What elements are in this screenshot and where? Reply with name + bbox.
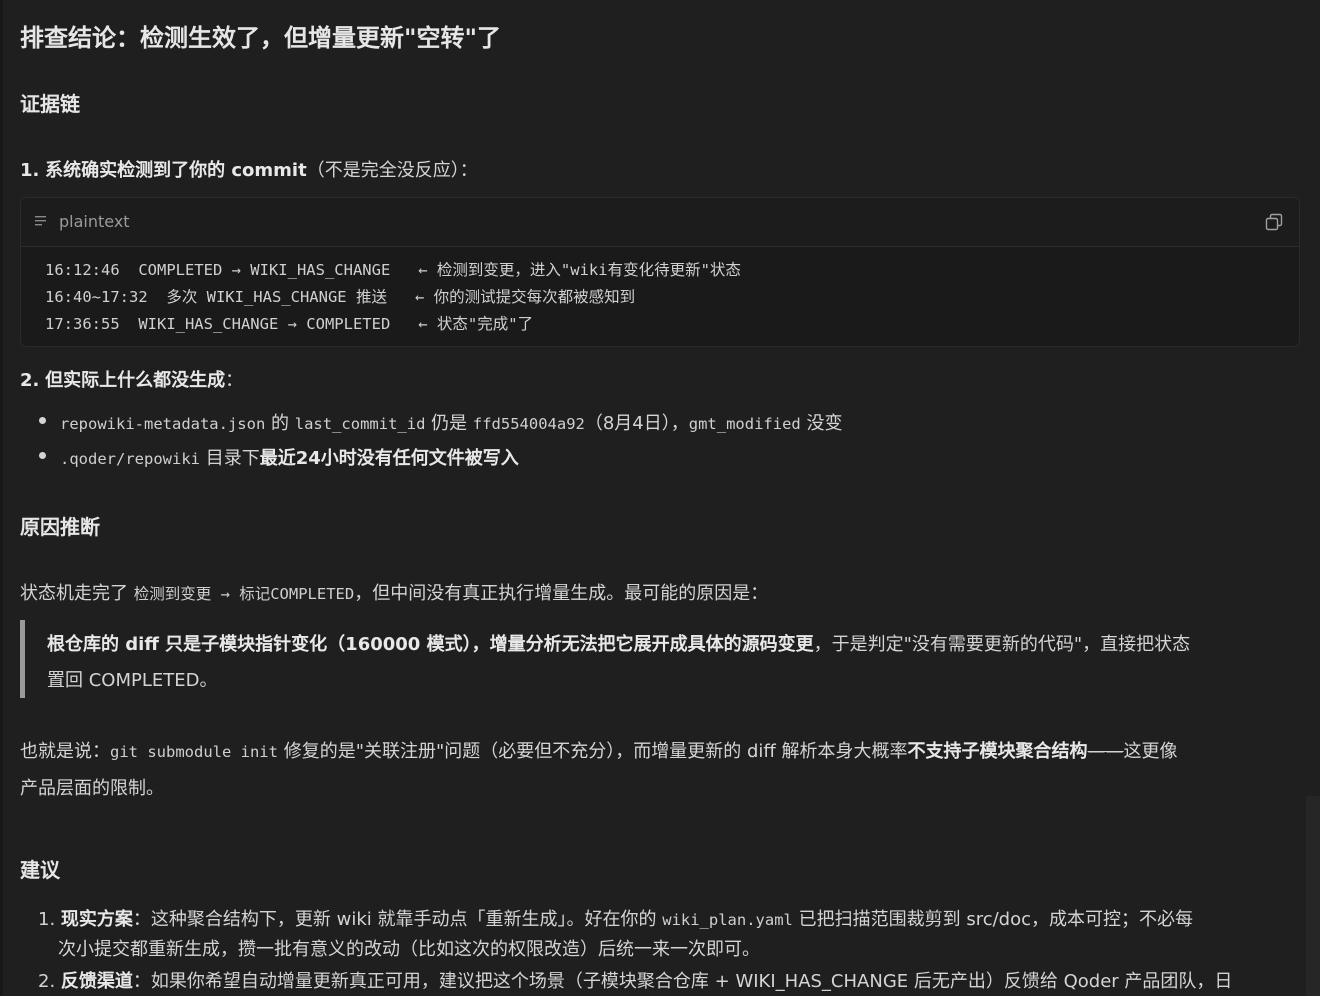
ordered-list-item-line-2: 次小提交都重新生成，攒一批有意义的改动（比如这次的权限改造）后统一来一次即可。: [58, 939, 760, 960]
scrollbar[interactable]: [1306, 796, 1320, 996]
code-language-label: plaintext: [59, 212, 130, 231]
item-1-rest: （不是完全没反应）：: [306, 160, 478, 181]
inline-code: repowiki-metadata.json: [60, 415, 266, 433]
ordered-list-item: 1. 现实方案：这种聚合结构下，更新 wiki 就靠手动点「重新生成」。好在你的…: [38, 905, 1193, 931]
bullet-dot: [39, 452, 46, 459]
code-line: 17:36:55 WIKI_HAS_CHANGE → COMPLETED ← 状…: [45, 315, 534, 333]
ordered-list-item: 2. 反馈渠道：如果你希望自动增量更新真正可用，建议把这个场景（子模块聚合仓库 …: [38, 967, 1232, 993]
item-2-rest: ：: [225, 370, 244, 391]
text: ：这种聚合结构下，更新 wiki 就靠手动点「重新生成」。好在你的: [132, 909, 663, 930]
text: 修复的是"关联注册"问题（必要但不充分），而增量更新的 diff 解析本身大概率: [277, 741, 908, 762]
text: （8月4日），: [584, 413, 689, 434]
menu-lines-icon: [35, 216, 46, 226]
evidence-item-1: 1. 系统确实检测到了你的 commit（不是完全没反应）：: [20, 156, 478, 182]
bold-text: 反馈渠道: [60, 971, 133, 992]
inline-code: 检测到变更 → 标记COMPLETED: [133, 585, 355, 603]
inline-code: gmt_modified: [688, 415, 801, 433]
inline-code: wiki_plan.yaml: [662, 911, 793, 929]
item-2-bold: 但实际上什么都没生成: [45, 370, 226, 391]
item-number: 1.: [38, 909, 56, 930]
left-gutter: [0, 0, 3, 996]
text: 仍是: [425, 413, 473, 434]
text: 也就是说：: [20, 741, 110, 762]
code-line: 16:40~17:32 多次 WIKI_HAS_CHANGE 推送 ← 你的测试…: [45, 288, 636, 306]
text: 目录下: [199, 448, 260, 469]
copy-icon[interactable]: [1265, 213, 1283, 231]
text: 这更像: [1123, 741, 1178, 762]
text: 状态机走完了: [20, 583, 134, 604]
list-item: .qoder/repowiki 目录下最近24小时没有任何文件被写入: [60, 444, 519, 470]
inline-code: git submodule init: [110, 743, 278, 761]
text: 的: [265, 413, 295, 434]
text: 没变: [800, 413, 843, 434]
cause-heading: 原因推断: [20, 515, 100, 539]
bold-text: 现实方案: [60, 909, 133, 930]
advice-heading: 建议: [20, 858, 60, 882]
bold-text: 最近24小时没有任何文件被写入: [259, 448, 519, 469]
quote-line: 置回 COMPLETED。: [47, 670, 218, 691]
code-block-header: plaintext: [21, 198, 1299, 247]
item-number: 2.: [38, 971, 56, 992]
item-number: 1.: [20, 160, 40, 181]
paragraph-line-2: 产品层面的限制。: [20, 778, 164, 799]
paragraph: 也就是说：git submodule init 修复的是"关联注册"问题（必要但…: [20, 737, 1178, 763]
code-block: plaintext 16:12:46 COMPLETED → WIKI_HAS_…: [20, 197, 1300, 347]
evidence-item-2: 2. 但实际上什么都没生成：: [20, 366, 243, 392]
inline-code: ffd554004a92: [472, 415, 585, 433]
text: 已把扫描范围裁剪到 src/doc，成本可控；不必每: [792, 909, 1194, 930]
item-number: 2.: [20, 370, 40, 391]
item-1-bold: 系统确实检测到了你的 commit: [45, 160, 307, 181]
evidence-heading: 证据链: [20, 92, 80, 116]
text: ：如果你希望自动增量更新真正可用，建议把这个场景（子模块聚合仓库 + WIKI_…: [132, 971, 1233, 992]
quote-line: 根仓库的 diff 只是子模块指针变化（160000 模式），增量分析无法把它展…: [47, 630, 1190, 656]
bold-text: 根仓库的 diff 只是子模块指针变化（160000 模式），增量分析无法把它展…: [47, 634, 814, 655]
inline-code: last_commit_id: [294, 415, 426, 433]
list-item: repowiki-metadata.json 的 last_commit_id …: [60, 409, 842, 435]
text: ，但中间没有真正执行增量生成。最可能的原因是：: [354, 583, 769, 604]
inline-code: .qoder/repowiki: [60, 450, 200, 468]
text: ，于是判定"没有需要更新的代码"，直接把状态: [813, 634, 1191, 655]
paragraph: 状态机走完了 检测到变更 → 标记COMPLETED，但中间没有真正执行增量生成…: [20, 579, 768, 605]
blockquote: 根仓库的 diff 只是子模块指针变化（160000 模式），增量分析无法把它展…: [20, 620, 1300, 698]
page-title: 排查结论：检测生效了，但增量更新"空转"了: [20, 24, 502, 52]
strike-dash: ——: [1087, 741, 1124, 762]
code-line: 16:12:46 COMPLETED → WIKI_HAS_CHANGE ← 检…: [45, 261, 741, 279]
bold-text: 不支持子模块聚合结构: [907, 741, 1088, 762]
bullet-dot: [39, 417, 46, 424]
